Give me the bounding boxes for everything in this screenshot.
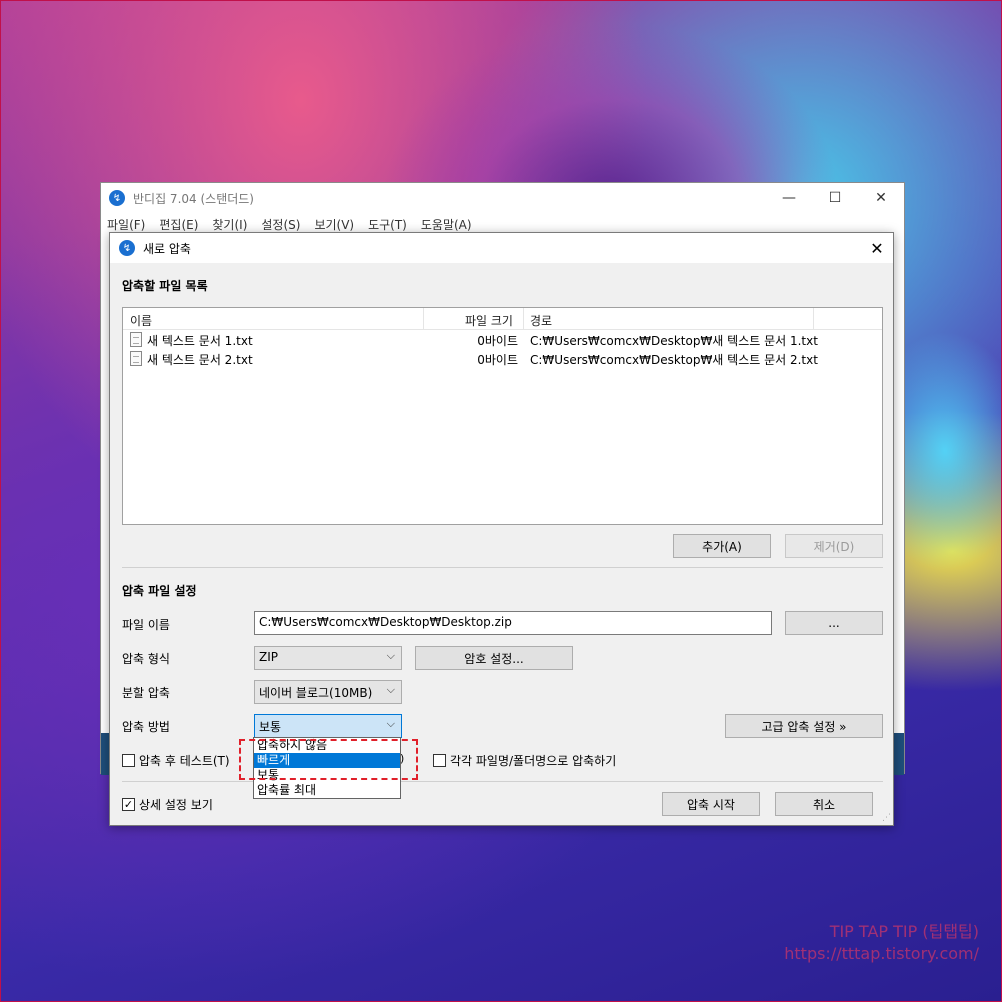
maximize-button[interactable]: ☐ [812,183,858,213]
file-name: 새 텍스트 문서 2.txt [147,353,253,367]
method-option-normal[interactable]: 보통 [254,768,400,783]
each-folder-checkbox-row[interactable]: 각각 파일명/폴더명으로 압축하기 [433,752,616,769]
file-list-header: 이름 파일 크기 경로 [123,308,882,330]
format-select[interactable]: ZIP ⌵ [254,646,402,670]
column-name[interactable]: 이름 [130,312,152,329]
dialog-close-button[interactable]: ✕ [861,233,893,263]
split-select-value: 네이버 블로그(10MB) [259,686,373,700]
show-details-checkbox[interactable]: ✓ [122,798,135,811]
column-separator [523,308,524,330]
start-compress-button[interactable]: 압축 시작 [662,792,760,816]
file-list-section-title: 압축할 파일 목록 [122,279,208,293]
dialog-title: 새로 압축 [143,241,191,256]
method-option-fast[interactable]: 빠르게 [254,753,400,768]
section-divider [122,567,883,568]
text-file-icon [130,332,142,347]
each-folder-checkbox[interactable] [433,754,446,767]
test-after-label: 압축 후 테스트(T) [139,754,230,768]
menu-settings[interactable]: 설정(S) [261,216,300,233]
menu-help[interactable]: 도움말(A) [421,216,472,233]
password-settings-button[interactable]: 암호 설정... [415,646,573,670]
section-divider [122,781,883,782]
test-after-checkbox[interactable] [122,754,135,767]
method-dropdown-list[interactable]: 압축하지 않음 빠르게 보통 압축률 최대 [253,737,401,799]
filename-label: 파일 이름 [122,618,170,632]
split-label: 분할 압축 [122,686,170,700]
file-size: 0바이트 [477,334,518,348]
file-size: 0바이트 [477,353,518,367]
minimize-button[interactable]: — [766,183,812,213]
main-window-title: 반디집 7.04 (스탠더드) [133,191,254,206]
text-file-icon [130,351,142,366]
column-path[interactable]: 경로 [530,312,552,329]
chevron-down-icon: ⌵ [386,649,395,662]
filename-input[interactable]: C:₩Users₩comcx₩Desktop₩Desktop.zip [254,611,772,635]
add-button[interactable]: 추가(A) [673,534,771,558]
resize-grip-icon[interactable]: ⋰ [882,813,891,823]
format-label: 압축 형식 [122,652,170,666]
menu-edit[interactable]: 편집(E) [159,216,198,233]
method-label: 압축 방법 [122,720,170,734]
cancel-button[interactable]: 취소 [775,792,873,816]
show-details-label: 상세 설정 보기 [139,798,213,812]
file-list[interactable]: 이름 파일 크기 경로 새 텍스트 문서 1.txt 0바이트 C:₩Users… [122,307,883,525]
method-option-store[interactable]: 압축하지 않음 [254,738,400,753]
close-window-button[interactable]: ✕ [858,183,904,213]
watermark-title: TIP TAP TIP (팁탭팁) [829,922,979,941]
main-titlebar: ↯ 반디집 7.04 (스탠더드) — ☐ ✕ [101,183,904,213]
test-after-checkbox-row[interactable]: 압축 후 테스트(T) [122,752,230,769]
watermark: TIP TAP TIP (팁탭팁) https://tttap.tistory.… [784,921,979,965]
bandizip-logo-icon: ↯ [119,240,135,256]
bandizip-logo-icon: ↯ [109,190,125,206]
remove-button[interactable]: 제거(D) [785,534,883,558]
file-path: C:₩Users₩comcx₩Desktop₩새 텍스트 문서 1.txt [530,334,818,348]
format-select-value: ZIP [259,650,278,664]
method-option-max[interactable]: 압축률 최대 [254,783,400,798]
column-separator [423,308,424,330]
chevron-down-icon: ⌵ [386,717,395,730]
file-name: 새 텍스트 문서 1.txt [147,334,253,348]
menu-tools[interactable]: 도구(T) [368,216,407,233]
file-row[interactable]: 새 텍스트 문서 1.txt 0바이트 C:₩Users₩comcx₩Deskt… [123,330,882,349]
window-controls: — ☐ ✕ [766,183,904,213]
menu-view[interactable]: 보기(V) [314,216,354,233]
method-select-value: 보통 [259,720,282,734]
split-select[interactable]: 네이버 블로그(10MB) ⌵ [254,680,402,704]
browse-button[interactable]: ... [785,611,883,635]
file-path: C:₩Users₩comcx₩Desktop₩새 텍스트 문서 2.txt [530,353,818,367]
method-select[interactable]: 보통 ⌵ [254,714,402,738]
file-row[interactable]: 새 텍스트 문서 2.txt 0바이트 C:₩Users₩comcx₩Deskt… [123,349,882,368]
each-folder-label: 각각 파일명/폴더명으로 압축하기 [450,754,617,768]
chevron-down-icon: ⌵ [386,683,395,696]
column-separator [813,308,814,330]
watermark-url: https://tttap.tistory.com/ [784,944,979,963]
dialog-titlebar: ↯ 새로 압축 ✕ [110,233,893,263]
menu-file[interactable]: 파일(F) [107,216,145,233]
archive-settings-section-title: 압축 파일 설정 [122,584,197,598]
new-archive-dialog: ↯ 새로 압축 ✕ 압축할 파일 목록 이름 파일 크기 경로 새 텍스트 문서… [109,232,894,826]
show-details-checkbox-row[interactable]: ✓ 상세 설정 보기 [122,796,213,813]
column-size[interactable]: 파일 크기 [465,312,513,329]
menu-find[interactable]: 찾기(I) [212,216,247,233]
advanced-settings-button[interactable]: 고급 압축 설정 » [725,714,883,738]
